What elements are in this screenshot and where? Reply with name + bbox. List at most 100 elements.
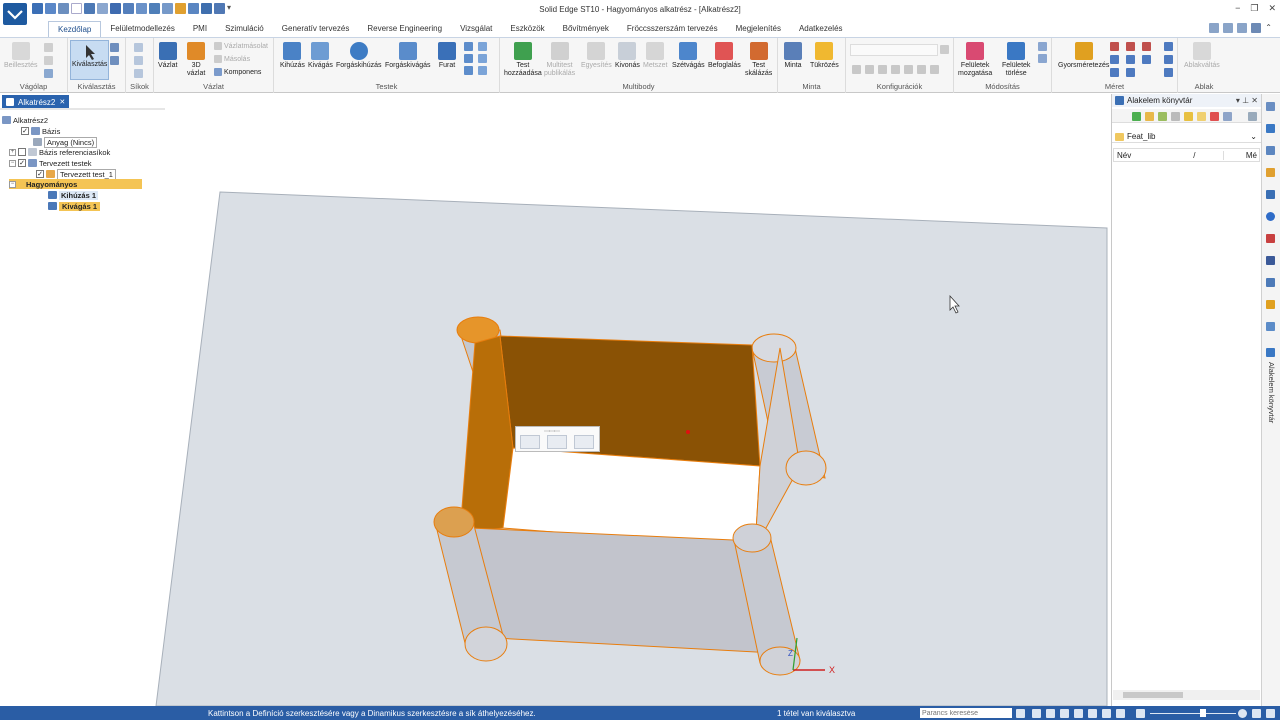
revolve-button[interactable]: Forgáskihúzás	[336, 42, 382, 70]
add-icon[interactable]	[1132, 112, 1141, 121]
col-name[interactable]: Név	[1114, 151, 1193, 160]
dim-icon-10[interactable]	[1164, 55, 1173, 64]
edit-definition-button[interactable]	[520, 435, 540, 449]
round-icon[interactable]	[464, 42, 473, 51]
families-tab-icon[interactable]	[1266, 190, 1275, 199]
tab-adatkezeles[interactable]: Adatkezelés	[790, 21, 852, 37]
paste-button[interactable]: Beillesztés	[4, 42, 37, 70]
view-icon-2[interactable]	[1046, 709, 1055, 718]
plane-offset-icon[interactable]	[134, 56, 143, 65]
teamcenter-tab-icon[interactable]	[1266, 322, 1275, 331]
tree-item-kivagas-1[interactable]: Kivágás 1	[48, 201, 101, 211]
cascade-icon[interactable]	[1237, 23, 1248, 33]
view-icon[interactable]	[1223, 112, 1232, 121]
view-icon-1[interactable]	[1032, 709, 1041, 718]
command-search-input[interactable]	[920, 708, 1012, 718]
checkbox-checked[interactable]: ✓	[21, 127, 29, 135]
dim-icon-4[interactable]	[1126, 42, 1135, 51]
split-button[interactable]: Szétvágás	[672, 42, 705, 70]
hole-button[interactable]: Furat	[438, 42, 456, 70]
publish-multibody-button[interactable]: Multitest publikálás	[544, 42, 575, 78]
rib-icon[interactable]	[478, 42, 487, 51]
dim-icon-1[interactable]	[1110, 42, 1119, 51]
dim-icon-5[interactable]	[1126, 55, 1135, 64]
select-mode-icon[interactable]	[110, 56, 119, 65]
config-icon-2[interactable]	[865, 65, 874, 74]
quickbar-grip[interactable]: ⋯⋯⋯	[544, 428, 560, 435]
thin-wall-icon[interactable]	[464, 66, 473, 75]
move-faces-button[interactable]: Felületek mozgatása	[958, 42, 992, 78]
layers-tab-icon[interactable]	[1266, 124, 1275, 133]
config-icon-4[interactable]	[891, 65, 900, 74]
facebook-tab-icon[interactable]	[1266, 256, 1275, 265]
lip-icon[interactable]	[478, 54, 487, 63]
graphics-viewport[interactable]: X Z	[0, 108, 1110, 706]
tree-item-kihuzas-1[interactable]: Kihúzás 1	[48, 190, 99, 200]
key-tab-icon[interactable]	[1266, 300, 1275, 309]
expand-icon[interactable]: +	[9, 148, 16, 156]
modify-icon-2[interactable]	[1038, 54, 1047, 63]
revolved-cutout-button[interactable]: Forgáskivágás	[385, 42, 431, 70]
tree-item-tervezett-testek[interactable]: − ✓ Tervezett testek	[9, 158, 92, 168]
folder-open-icon[interactable]	[1197, 112, 1206, 121]
zoom-fit-icon[interactable]	[1136, 709, 1145, 718]
disabled-tool-icon[interactable]	[1171, 112, 1180, 121]
tree-item-bazis-ref[interactable]: + Bázis referenciasíkok	[9, 147, 110, 157]
ribbon-collapse-icon[interactable]: ⌃	[1265, 23, 1272, 33]
zoom-slider-thumb[interactable]	[1200, 709, 1206, 717]
copy-button[interactable]: Másolás	[214, 55, 250, 63]
post-bottom-front-left[interactable]	[464, 626, 508, 662]
checkbox-unchecked[interactable]	[18, 148, 26, 156]
zoom-slider[interactable]	[1150, 713, 1236, 714]
delete-icon[interactable]	[1210, 112, 1219, 121]
post-top-back-right[interactable]	[751, 333, 797, 363]
switch-window-button[interactable]: Ablakváltás	[1184, 42, 1220, 70]
right-wall-notch[interactable]	[785, 450, 827, 486]
view-icon-6[interactable]	[1102, 709, 1111, 718]
post-top-front-left[interactable]	[433, 506, 475, 538]
feature-library-tab-icon[interactable]	[1266, 348, 1275, 357]
cutout-button[interactable]: Kivágás	[308, 42, 333, 70]
view-icon-3[interactable]	[1060, 709, 1069, 718]
select-filter-icon[interactable]	[110, 43, 119, 52]
view-icon-7[interactable]	[1116, 709, 1125, 718]
tile-icon[interactable]	[1223, 23, 1234, 33]
properties-tab-icon[interactable]	[1266, 146, 1275, 155]
tab-reverse-engineering[interactable]: Reverse Engineering	[358, 21, 451, 37]
extrude-button[interactable]: Kihúzás	[280, 42, 305, 70]
dim-icon-2[interactable]	[1110, 55, 1119, 64]
col-sort[interactable]: /	[1193, 151, 1223, 160]
front-face[interactable]	[469, 527, 776, 654]
dim-icon-9[interactable]	[1164, 42, 1173, 51]
search-icon[interactable]	[1248, 112, 1257, 121]
horizontal-scrollbar[interactable]	[1113, 690, 1260, 700]
edit-profile-button[interactable]	[574, 435, 594, 449]
tree-item-tervezett-test-1[interactable]: ✓ Tervezett test_1	[36, 168, 116, 180]
modify-icon-1[interactable]	[1038, 42, 1047, 51]
collapse-icon[interactable]: −	[9, 180, 16, 188]
search-go-icon[interactable]	[1016, 709, 1025, 718]
dim-icon-11[interactable]	[1164, 68, 1173, 77]
pattern-button[interactable]: Minta	[784, 42, 802, 70]
mirror-button[interactable]: Tükrözés	[810, 42, 839, 70]
scale-body-button[interactable]: Test skálázás	[745, 42, 772, 78]
post-top-front-right[interactable]	[732, 523, 772, 553]
checkbox-checked[interactable]: ✓	[18, 159, 26, 167]
folder-selector[interactable]: Feat_lib ⌄	[1112, 131, 1261, 143]
help-tab-icon[interactable]	[1266, 212, 1275, 221]
config-icon-6[interactable]	[917, 65, 926, 74]
status-icon-1[interactable]	[1252, 709, 1261, 718]
close-button[interactable]: ✕	[1268, 3, 1276, 14]
close-tab-button[interactable]: ✕	[59, 98, 65, 106]
config-save-icon[interactable]	[940, 45, 949, 54]
tab-generativ-tervezes[interactable]: Generatív tervezés	[273, 21, 359, 37]
tab-megjelenites[interactable]: Megjelenítés	[727, 21, 790, 37]
zoom-in-icon[interactable]	[1238, 709, 1247, 718]
view-icon-5[interactable]	[1088, 709, 1097, 718]
smart-dimension-button[interactable]: Gyorsméretezés	[1058, 42, 1109, 70]
status-icon-2[interactable]	[1266, 709, 1275, 718]
document-tab[interactable]: Alkatrész2 ✕	[2, 95, 70, 108]
plane-angle-icon[interactable]	[134, 69, 143, 78]
view-icon-4[interactable]	[1074, 709, 1083, 718]
col-size[interactable]: Mé	[1222, 150, 1259, 160]
